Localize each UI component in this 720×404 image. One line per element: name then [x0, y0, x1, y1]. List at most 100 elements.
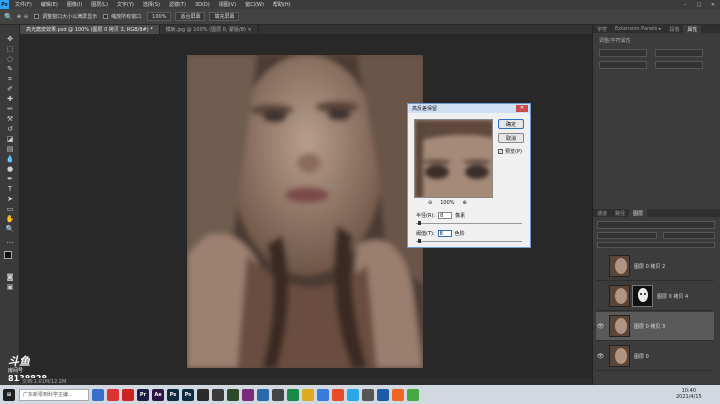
- menu-view[interactable]: 视图(V): [219, 1, 236, 8]
- fill-screen-button[interactable]: 填充屏幕: [209, 12, 240, 21]
- menu-window[interactable]: 窗口(W): [245, 1, 264, 8]
- layer-name[interactable]: 图层 0: [634, 353, 649, 360]
- zoom-icon[interactable]: 🔍: [5, 225, 15, 233]
- blur-tool-icon[interactable]: 💧: [5, 155, 15, 163]
- app-icon-11[interactable]: [302, 388, 314, 401]
- brush-tool-icon[interactable]: ✏: [5, 105, 15, 113]
- property-field-1[interactable]: [599, 49, 647, 57]
- tab-layers-alt[interactable]: 通道: [593, 209, 611, 217]
- zoom-tool-icon[interactable]: 🔍: [4, 13, 13, 21]
- app-icon-15[interactable]: [362, 388, 374, 401]
- quick-select-tool-icon[interactable]: ✎: [5, 65, 15, 73]
- tab-paths[interactable]: 路径: [611, 209, 629, 217]
- tab-properties[interactable]: 属性: [683, 25, 702, 33]
- foreground-color-swatch[interactable]: [4, 251, 12, 259]
- start-icon[interactable]: ⊞: [3, 388, 15, 401]
- path-select-tool-icon[interactable]: ➤: [5, 195, 15, 203]
- app-icon-6[interactable]: [227, 388, 239, 401]
- tab-paragraph[interactable]: 段落: [665, 25, 683, 33]
- property-field-3[interactable]: [599, 61, 647, 69]
- zoom-all-checkbox[interactable]: [103, 14, 109, 19]
- shape-tool-icon[interactable]: ▭: [5, 205, 15, 213]
- marquee-tool-icon[interactable]: ⬚: [5, 45, 15, 53]
- layer-name[interactable]: 图层 0 拷贝 4: [657, 293, 688, 300]
- app-icon-8[interactable]: [257, 388, 269, 401]
- app-icon-16[interactable]: [377, 388, 389, 401]
- tab-extension[interactable]: Extension Panels ▸: [611, 25, 665, 33]
- menu-file[interactable]: 文件(F): [15, 1, 32, 8]
- opacity-field[interactable]: [663, 232, 715, 239]
- menu-layer[interactable]: 图层(L): [91, 1, 108, 8]
- app-icon-4[interactable]: [197, 388, 209, 401]
- after-effects-icon[interactable]: Ae: [152, 388, 164, 401]
- preview-checkbox[interactable]: ✓: [498, 149, 503, 154]
- crop-tool-icon[interactable]: ⌗: [5, 75, 15, 83]
- layer-row[interactable]: 图层 0 拷贝 2: [596, 252, 714, 281]
- app-icon-2[interactable]: [107, 388, 119, 401]
- maximize-icon[interactable]: □: [692, 0, 706, 9]
- menu-3d[interactable]: 3D(D): [195, 2, 210, 8]
- filter-preview[interactable]: [414, 119, 493, 198]
- eyedropper-tool-icon[interactable]: ✐: [5, 85, 15, 93]
- more-tools-icon[interactable]: …: [5, 237, 15, 245]
- lock-options-row[interactable]: [597, 242, 715, 248]
- cancel-button[interactable]: 取消: [498, 133, 524, 143]
- hand-tool-icon[interactable]: ✋: [5, 215, 15, 223]
- radius-input[interactable]: 8: [438, 212, 453, 219]
- app-icon-18[interactable]: [407, 388, 419, 401]
- tab-document-1[interactable]: 高光磨皮效果.psd @ 100% (图层 0 拷贝 3, RGB/8#) *: [20, 25, 160, 34]
- threshold-slider[interactable]: [416, 241, 522, 242]
- layer-row[interactable]: 👁 图层 0: [596, 342, 714, 371]
- app-icon-5[interactable]: [212, 388, 224, 401]
- app-icon-7[interactable]: [242, 388, 254, 401]
- type-tool-icon[interactable]: T: [5, 185, 15, 193]
- threshold-slider-handle[interactable]: [418, 239, 421, 243]
- eraser-tool-icon[interactable]: ◪: [5, 135, 15, 143]
- premiere-icon[interactable]: Pr: [137, 388, 149, 401]
- history-brush-tool-icon[interactable]: ↺: [5, 125, 15, 133]
- move-tool-icon[interactable]: ✥: [5, 35, 15, 43]
- taskbar-search[interactable]: 广东新零到科学主编...: [19, 388, 89, 401]
- zoom-out-preview-icon[interactable]: ⊖: [428, 200, 432, 206]
- menu-help[interactable]: 帮助(H): [273, 1, 291, 8]
- app-icon-9[interactable]: [272, 388, 284, 401]
- layer-name[interactable]: 图层 0 拷贝 2: [634, 263, 665, 270]
- tab-document-2[interactable]: 模板.jpg @ 100% (图层 0, 蒙版/8) ×: [160, 25, 259, 34]
- app-icon-12[interactable]: [317, 388, 329, 401]
- zoom-in-icon[interactable]: ⊕: [17, 14, 21, 20]
- property-field-2[interactable]: [655, 49, 703, 57]
- tab-layers[interactable]: 图层: [629, 209, 648, 217]
- fit-screen-button[interactable]: 适合屏幕: [175, 12, 206, 21]
- pen-tool-icon[interactable]: ✒: [5, 175, 15, 183]
- menu-edit[interactable]: 编辑(E): [41, 1, 58, 8]
- healing-brush-tool-icon[interactable]: ✚: [5, 95, 15, 103]
- radius-slider-handle[interactable]: [418, 221, 421, 225]
- radius-slider[interactable]: [416, 223, 522, 224]
- quick-mask-icon[interactable]: ◙: [5, 273, 15, 281]
- taskbar-clock[interactable]: 10:40 2021/4/15: [676, 388, 702, 400]
- blend-mode-select[interactable]: [597, 232, 657, 239]
- ok-button[interactable]: 确定: [498, 119, 524, 129]
- zoom-in-preview-icon[interactable]: ⊕: [463, 200, 467, 206]
- gradient-tool-icon[interactable]: ▤: [5, 145, 15, 153]
- dialog-close-button[interactable]: ✕: [516, 105, 528, 112]
- app-icon-13[interactable]: [332, 388, 344, 401]
- screen-mode-icon[interactable]: ▣: [5, 283, 15, 291]
- layer-filter-field[interactable]: [597, 221, 715, 229]
- photoshop-icon-2[interactable]: Ps: [182, 388, 194, 401]
- app-icon-3[interactable]: [122, 388, 134, 401]
- menu-type[interactable]: 文字(Y): [117, 1, 134, 8]
- resize-windows-checkbox[interactable]: [34, 14, 40, 19]
- layer-name[interactable]: 图层 0 拷贝 3: [634, 323, 665, 330]
- app-icon-10[interactable]: [287, 388, 299, 401]
- app-icon-1[interactable]: [92, 388, 104, 401]
- close-window-icon[interactable]: ✕: [706, 0, 720, 9]
- minimize-icon[interactable]: –: [678, 0, 692, 9]
- dodge-tool-icon[interactable]: ●: [5, 165, 15, 173]
- property-field-4[interactable]: [655, 61, 703, 69]
- lasso-tool-icon[interactable]: ◌: [5, 55, 15, 63]
- visibility-toggle-icon[interactable]: 👁: [596, 353, 605, 360]
- zoom-out-icon[interactable]: ⊖: [24, 14, 28, 20]
- tab-character[interactable]: 字符: [593, 25, 611, 33]
- menu-filter[interactable]: 滤镜(T): [169, 1, 186, 8]
